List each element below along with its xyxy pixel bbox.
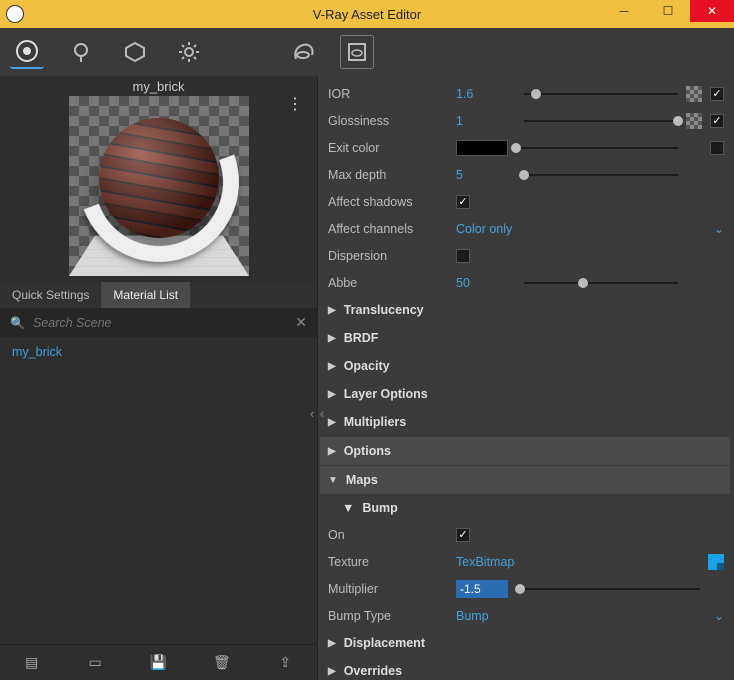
main-toolbar — [0, 28, 734, 76]
maxdepth-slider[interactable] — [524, 168, 678, 182]
maxdepth-value[interactable]: 5 — [456, 168, 516, 182]
affectchannels-dropdown[interactable]: Color only — [456, 222, 706, 236]
framebuffer-icon[interactable] — [340, 35, 374, 69]
caret-icon[interactable]: ▶ — [328, 417, 336, 428]
section-displacement[interactable]: Displacement — [344, 636, 425, 650]
material-preview[interactable] — [69, 96, 249, 276]
material-name: my_brick — [0, 76, 317, 96]
geometry-tab-icon[interactable] — [118, 35, 152, 69]
chevron-down-icon[interactable]: ⌄ — [714, 222, 724, 236]
affectshadows-label: Affect shadows — [328, 195, 448, 209]
ior-checkbox[interactable]: ✓ — [710, 87, 724, 101]
bump-texture-label: Texture — [328, 555, 448, 569]
collapse-right-icon[interactable]: ‹ — [320, 406, 324, 421]
section-overrides[interactable]: Overrides — [344, 664, 402, 678]
render-icon[interactable] — [286, 35, 320, 69]
caret-down-icon[interactable]: ▼ — [342, 501, 354, 515]
abbe-label: Abbe — [328, 276, 448, 290]
caret-icon[interactable]: ▶ — [328, 666, 336, 677]
bump-texture-icon[interactable] — [708, 554, 724, 570]
properties-panel: IOR 1.6 ✓ Glossiness 1 ✓ Exit color — [318, 76, 734, 680]
affectchannels-label: Affect channels — [328, 222, 448, 236]
section-bump[interactable]: Bump — [362, 501, 397, 515]
dispersion-label: Dispersion — [328, 249, 448, 263]
section-multipliers[interactable]: Multipliers — [344, 415, 407, 429]
caret-down-icon[interactable]: ▼ — [328, 475, 338, 486]
maximize-button[interactable]: ☐ — [646, 0, 690, 22]
caret-icon[interactable]: ▶ — [328, 333, 336, 344]
bump-on-checkbox[interactable]: ✓ — [456, 528, 470, 542]
exitcolor-slider[interactable] — [516, 141, 678, 155]
glossiness-checkbox[interactable]: ✓ — [710, 114, 724, 128]
caret-icon[interactable]: ▶ — [328, 638, 336, 649]
glossiness-texture-icon[interactable] — [686, 113, 702, 129]
bump-type-label: Bump Type — [328, 609, 448, 623]
titlebar: V-Ray Asset Editor ─ ☐ ✕ — [0, 0, 734, 28]
exitcolor-label: Exit color — [328, 141, 448, 155]
ior-label: IOR — [328, 87, 448, 101]
section-translucency[interactable]: Translucency — [344, 303, 424, 317]
dispersion-checkbox[interactable] — [456, 249, 470, 263]
chevron-down-icon[interactable]: ⌄ — [714, 609, 724, 623]
upload-icon[interactable]: ⇪ — [275, 654, 295, 671]
section-maps[interactable]: Maps — [346, 473, 378, 487]
new-file-icon[interactable]: ▤ — [22, 654, 42, 671]
lights-tab-icon[interactable] — [64, 35, 98, 69]
preview-menu-icon[interactable]: ⋮ — [287, 102, 303, 108]
abbe-value[interactable]: 50 — [456, 276, 516, 290]
section-layeroptions[interactable]: Layer Options — [344, 387, 428, 401]
glossiness-label: Glossiness — [328, 114, 448, 128]
clear-search-icon[interactable]: ✕ — [295, 314, 307, 331]
open-folder-icon[interactable]: ▭ — [85, 654, 105, 671]
search-input[interactable] — [33, 316, 287, 330]
settings-tab-icon[interactable] — [172, 35, 206, 69]
caret-icon[interactable]: ▶ — [328, 389, 336, 400]
affectshadows-checkbox[interactable]: ✓ — [456, 195, 470, 209]
bump-texture-value[interactable]: TexBitmap — [456, 555, 700, 569]
save-icon[interactable]: 💾 — [148, 654, 168, 671]
caret-icon[interactable]: ▶ — [328, 446, 336, 457]
caret-icon[interactable]: ▶ — [328, 305, 336, 316]
abbe-slider[interactable] — [524, 276, 678, 290]
materials-tab-icon[interactable] — [10, 35, 44, 69]
collapse-left-icon[interactable]: ‹ — [310, 406, 314, 421]
glossiness-slider[interactable] — [524, 114, 678, 128]
glossiness-value[interactable]: 1 — [456, 114, 516, 128]
maxdepth-label: Max depth — [328, 168, 448, 182]
close-button[interactable]: ✕ — [690, 0, 734, 22]
left-panel: my_brick ⋮ Quick Settings Material List … — [0, 76, 318, 680]
tab-material-list[interactable]: Material List — [101, 282, 190, 308]
material-list: my_brick — [0, 337, 317, 644]
caret-icon[interactable]: ▶ — [328, 361, 336, 372]
list-item[interactable]: my_brick — [0, 337, 317, 367]
tab-quick-settings[interactable]: Quick Settings — [0, 282, 101, 308]
section-brdf[interactable]: BRDF — [344, 331, 379, 345]
bump-on-label: On — [328, 528, 448, 542]
exitcolor-swatch[interactable] — [456, 140, 508, 156]
bump-multiplier-input[interactable] — [456, 580, 508, 598]
minimize-button[interactable]: ─ — [602, 0, 646, 22]
ior-slider[interactable] — [524, 87, 678, 101]
exitcolor-checkbox[interactable] — [710, 141, 724, 155]
section-options[interactable]: Options — [344, 444, 391, 458]
search-icon: 🔍 — [10, 316, 25, 330]
bump-multiplier-slider[interactable] — [516, 582, 700, 596]
section-opacity[interactable]: Opacity — [344, 359, 390, 373]
delete-icon[interactable]: 🗑 — [212, 654, 232, 671]
ior-texture-icon[interactable] — [686, 86, 702, 102]
ior-value[interactable]: 1.6 — [456, 87, 516, 101]
bump-type-dropdown[interactable]: Bump — [456, 609, 706, 623]
bump-multiplier-label: Multiplier — [328, 582, 448, 596]
